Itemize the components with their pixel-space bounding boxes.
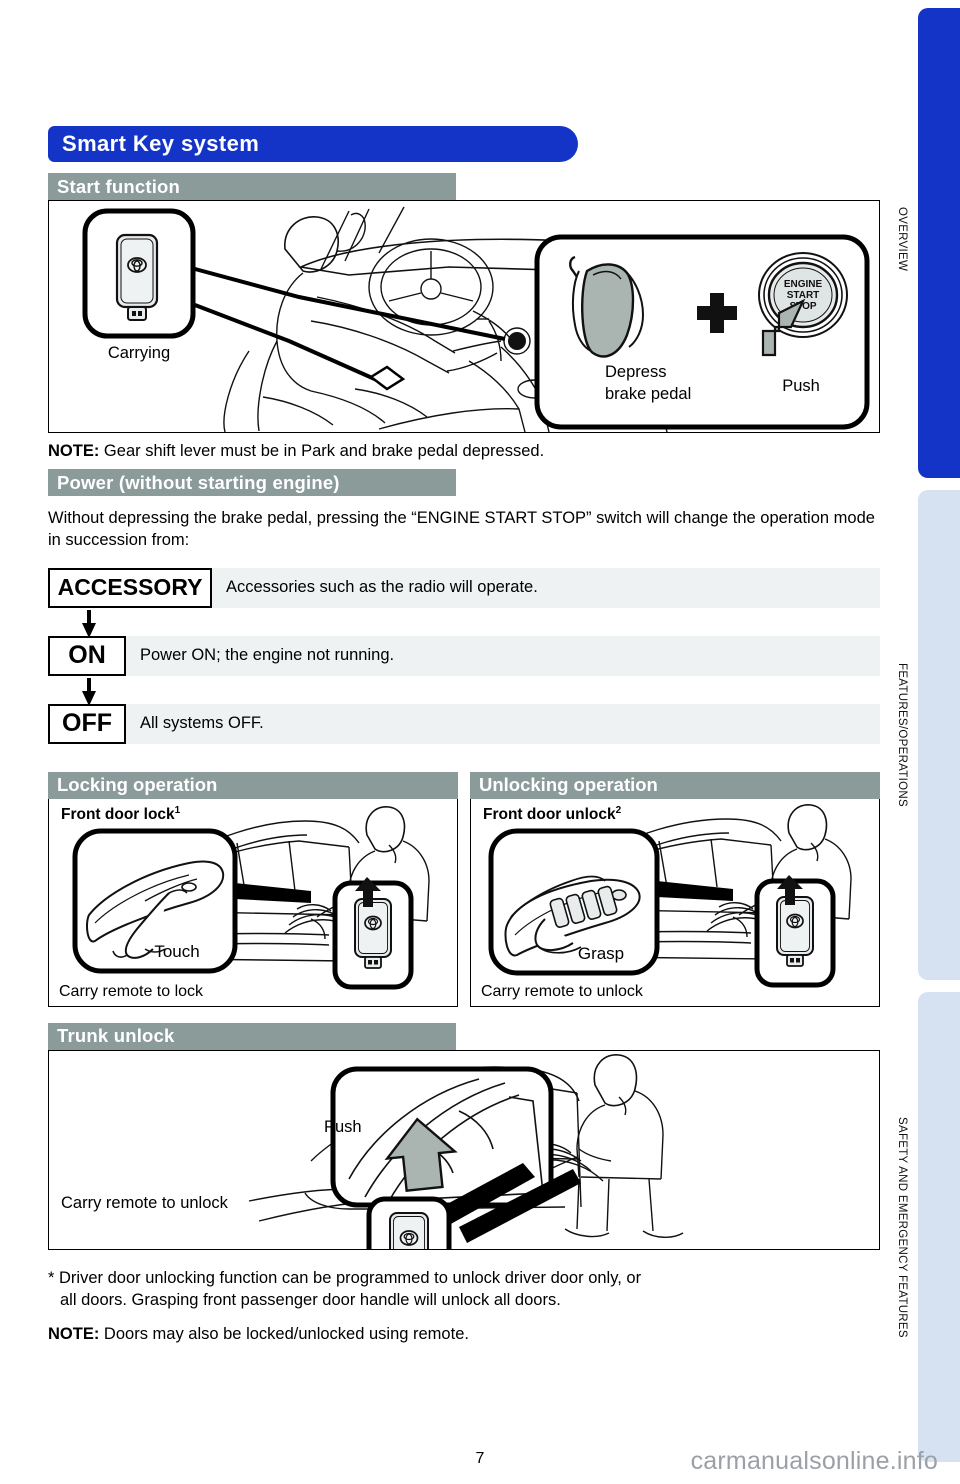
start-function-illustration: ENGINE START STOP Carrying Depress brake…: [82, 206, 870, 432]
note-text: Gear shift lever must be in Park and bra…: [99, 442, 545, 460]
footnote-note: NOTE: Doors may also be locked/unlocked …: [48, 1325, 880, 1344]
mode-row-accessory: ACCESSORY Accessories such as the radio …: [48, 567, 880, 614]
unlocking-title-superscript: 2: [615, 804, 622, 816]
locking-caption: Carry remote to lock: [59, 982, 204, 1000]
locking-illustration: Touch: [72, 805, 430, 990]
unlocking-figure-title: Front door unlock2: [483, 805, 621, 824]
footnote-note-text: Doors may also be locked/unlocked using …: [99, 1325, 469, 1344]
section-heading-start-function: Start function: [48, 173, 456, 200]
svg-text:START: START: [787, 290, 820, 301]
footnote-star: * Driver door unlocking function can be …: [48, 1267, 880, 1311]
trunk-caption: Carry remote to unlock: [61, 1193, 228, 1212]
arrow-down-icon: [82, 677, 96, 706]
mode-chip-accessory: ACCESSORY: [48, 567, 212, 608]
watermark: carmanualsonline.info: [690, 1447, 938, 1475]
label-grasp: Grasp: [578, 944, 624, 963]
mode-sequence: ACCESSORY Accessories such as the radio …: [48, 567, 880, 750]
unlocking-illustration: Grasp: [488, 803, 852, 988]
door-handle-callout: Touch: [72, 828, 238, 974]
unlocking-title-text: Front door unlock: [483, 806, 616, 824]
mode-desc-accessory: Accessories such as the radio will opera…: [212, 567, 880, 608]
mode-arrow-2-wrap: [48, 677, 880, 706]
mode-chip-off: OFF: [48, 703, 126, 744]
mode-desc-on: Power ON; the engine not running.: [126, 635, 880, 676]
trunk-illustration: [248, 1053, 684, 1249]
carrying-callout: [82, 208, 196, 339]
side-tab-label-features: FEATURES/OPERATIONS: [896, 663, 908, 807]
power-paragraph: Without depressing the brake pedal, pres…: [48, 509, 875, 549]
mode-row-on: ON Power ON; the engine not running.: [48, 635, 880, 682]
locking-figure-title: Front door lock1: [61, 805, 180, 824]
page-title: Smart Key system: [48, 126, 578, 162]
side-tab-label-safety: SAFETY AND EMERGENCY FEATURES: [896, 1116, 908, 1338]
locking-title-superscript: 1: [174, 804, 181, 816]
label-brake-pedal: brake pedal: [605, 385, 691, 403]
key-fob-callout: [366, 1196, 452, 1249]
figure-unlocking: Front door unlock2 Grasp Carry remote to…: [470, 798, 880, 1007]
label-touch: Touch: [154, 942, 199, 961]
mode-desc-off: All systems OFF.: [126, 703, 880, 744]
section-heading-power: Power (without starting engine): [48, 469, 456, 496]
content-column: Smart Key system Start function ENGINE S…: [48, 0, 880, 1344]
footnote-note-prefix: NOTE:: [48, 1325, 100, 1344]
mode-chip-on: ON: [48, 635, 126, 676]
door-handle-grasp-callout: Grasp: [488, 828, 660, 976]
note-prefix: NOTE:: [48, 442, 100, 460]
label-carrying: Carrying: [108, 344, 170, 362]
section-heading-unlocking: Unlocking operation: [470, 771, 880, 799]
label-push: Push: [782, 377, 820, 395]
svg-text:ENGINE: ENGINE: [784, 279, 823, 290]
figure-start-function: ENGINE START STOP Carrying Depress brake…: [48, 200, 880, 433]
section-heading-trunk: Trunk unlock: [48, 1022, 456, 1050]
start-steps-callout: ENGINE START STOP: [534, 234, 870, 430]
locking-title-text: Front door lock: [61, 806, 175, 824]
label-depress: Depress: [605, 363, 666, 381]
locking-column: Locking operation Front door lock1 Touch…: [48, 771, 458, 1007]
figure-locking: Front door lock1 Touch Carry remote to l…: [48, 798, 458, 1007]
label-push-trunk: Push: [324, 1117, 362, 1136]
footnote-line-1: * Driver door unlocking function can be …: [48, 1268, 642, 1287]
footnote-line-2: all doors. Grasping front passenger door…: [60, 1290, 561, 1309]
arrow-down-icon: [82, 609, 96, 638]
section-heading-locking: Locking operation: [48, 771, 458, 799]
trunk-section: Trunk unlock Push Carry remote to unlock: [48, 1022, 880, 1250]
side-tab-safety[interactable]: [918, 992, 960, 1462]
mode-arrow-1-wrap: [48, 609, 880, 638]
side-tab-label-overview: OVERVIEW: [896, 206, 908, 272]
note-start-function: NOTE: Gear shift lever must be in Park a…: [48, 442, 880, 461]
lock-unlock-columns: Locking operation Front door lock1 Touch…: [48, 771, 880, 1007]
manual-page: OVERVIEW FEATURES/OPERATIONS SAFETY AND …: [0, 0, 960, 1484]
figure-trunk: Push Carry remote to unlock: [48, 1049, 880, 1250]
unlocking-caption: Carry remote to unlock: [481, 982, 643, 1000]
mode-row-off: OFF All systems OFF.: [48, 703, 880, 750]
unlocking-column: Unlocking operation Front door unlock2 G…: [470, 771, 880, 1007]
side-tab-features[interactable]: [918, 490, 960, 980]
side-tab-strip: OVERVIEW FEATURES/OPERATIONS SAFETY AND …: [888, 0, 960, 1484]
side-tab-overview[interactable]: [918, 8, 960, 478]
key-fob-callout: [754, 874, 836, 988]
key-fob-callout: [332, 876, 414, 990]
